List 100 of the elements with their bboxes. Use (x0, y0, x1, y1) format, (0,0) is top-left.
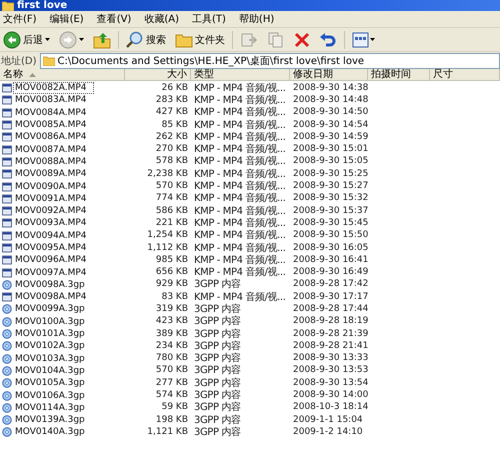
file-name[interactable]: MOV0086A.MP4 (14, 132, 87, 142)
modified-date: 2008-9-30 14:00 (292, 390, 368, 402)
file-size: 389 KB (154, 328, 189, 340)
file-name[interactable]: MOV0085A.MP4 (14, 120, 87, 130)
file-name[interactable]: MOV0100A.3gp (14, 316, 85, 327)
file-name[interactable]: MOV0114A.3gp (14, 402, 85, 413)
address-field[interactable]: C:\Documents and Settings\HE.HE_XP\桌面\first love\first love (40, 52, 500, 68)
video-file-icon (2, 255, 12, 266)
file-name[interactable]: MOV0140A.3gp (14, 427, 85, 438)
file-name[interactable]: MOV0097A.MP4 (14, 268, 87, 278)
column-header[interactable]: 名称 (0, 69, 125, 80)
file-type: 3GPP 内容 (193, 279, 242, 290)
file-size: 1,112 KB (146, 242, 189, 254)
video-file-icon (2, 169, 12, 180)
file-size: 574 KB (154, 390, 189, 402)
file-type: KMP - MP4 音频/视... (193, 181, 286, 192)
move-to-icon (240, 30, 258, 48)
modified-date: 2008-9-30 14:50 (292, 107, 368, 118)
column-header[interactable]: 大小 (125, 69, 191, 80)
file-name[interactable]: MOV0139A.3gp (14, 415, 85, 426)
modified-date: 2009-1-1 15:04 (292, 414, 364, 426)
menu-item[interactable]: 收藏(A) (144, 12, 179, 26)
column-header[interactable]: 修改日期 (290, 69, 368, 80)
video-file-icon (2, 144, 12, 155)
file-type: KMP - MP4 音频/视... (193, 218, 286, 229)
video-file-icon (2, 243, 12, 253)
modified-date: 2008-9-30 14:59 (292, 132, 368, 143)
file-name[interactable]: MOV0099A.3gp (14, 304, 85, 314)
menu-item[interactable]: 帮助(H) (238, 12, 274, 26)
back-button[interactable]: 后退 (1, 28, 52, 50)
modified-date: 2008-9-30 13:53 (292, 365, 368, 376)
file-name[interactable]: MOV0087A.MP4 (14, 144, 87, 155)
file-name[interactable]: MOV0105A.3gp (14, 378, 85, 388)
file-name[interactable]: MOV0093A.MP4 (14, 218, 87, 228)
file-name[interactable]: MOV0089A.MP4 (14, 169, 87, 180)
file-size: 774 KB (154, 193, 189, 204)
file-type: KMP - MP4 音频/视... (193, 120, 286, 131)
file-name[interactable]: MOV0101A.3gp (14, 329, 85, 340)
menu-item[interactable]: 编辑(E) (50, 12, 84, 26)
video-file-icon (2, 218, 12, 228)
folders-button[interactable]: 文件夹 (173, 28, 227, 50)
file-type: KMP - MP4 音频/视... (193, 230, 286, 242)
file-name[interactable]: MOV0098A.3gp (14, 280, 85, 290)
file-size: 270 KB (154, 144, 189, 156)
file-name[interactable]: MOV0098A.MP4 (14, 292, 87, 302)
modified-date: 2008-9-30 15:25 (292, 168, 368, 180)
column-header[interactable]: 类型 (191, 69, 290, 80)
modified-date: 2008-9-28 18:19 (292, 316, 368, 328)
column-header[interactable]: 拍摄时间 (368, 69, 430, 80)
video-file-icon (2, 156, 12, 167)
video-file-icon (2, 83, 12, 94)
file-name[interactable]: MOV0095A.MP4 (14, 243, 87, 253)
file-name[interactable]: MOV0091A.MP4 (14, 194, 87, 204)
file-size: 26 KB (160, 82, 189, 94)
address-path: C:\Documents and Settings\HE.HE_XP\桌面\first love\first love (58, 54, 364, 68)
file-name[interactable]: MOV0090A.MP4 (14, 182, 87, 192)
modified-date: 2008-9-30 15:37 (292, 206, 368, 217)
menu-item[interactable]: 查看(V) (96, 12, 132, 26)
file-size: 283 KB (154, 94, 189, 106)
modified-date: 2008-9-30 17:17 (292, 292, 368, 303)
file-size: 570 KB (154, 365, 189, 376)
file-type: KMP - MP4 音频/视... (193, 267, 286, 278)
undo-icon (319, 30, 337, 48)
file-name[interactable]: MOV0094A.MP4 (14, 230, 87, 241)
file-size: 234 KB (154, 340, 189, 352)
video-file-icon (2, 108, 12, 118)
file-type: 3GPP 内容 (193, 402, 242, 414)
file-name[interactable]: MOV0106A.3gp (14, 390, 85, 401)
search-button[interactable]: 搜索 (124, 28, 168, 50)
file-size: 570 KB (154, 181, 189, 192)
video-file-icon (2, 182, 12, 192)
file-size: 59 KB (160, 402, 189, 414)
menu-item[interactable]: 工具(T) (192, 12, 226, 26)
file-size: 586 KB (154, 206, 189, 217)
file-name[interactable]: MOV0092A.MP4 (14, 206, 87, 216)
menu-item[interactable]: 文件(F) (3, 12, 37, 26)
file-name[interactable]: MOV0102A.3gp (14, 341, 85, 352)
file-type: KMP - MP4 音频/视... (193, 168, 286, 180)
file-type: KMP - MP4 音频/视... (193, 254, 286, 266)
file-type: 3GPP 内容 (193, 426, 242, 438)
column-header[interactable]: 尺寸 (430, 69, 500, 80)
file-size: 1,121 KB (146, 426, 189, 438)
file-name[interactable]: MOV0083A.MP4 (14, 95, 87, 106)
file-size: 2,238 KB (146, 168, 189, 180)
file-name[interactable]: MOV0096A.MP4 (14, 255, 87, 266)
modified-date: 2008-9-30 14:48 (292, 94, 368, 106)
file-name[interactable]: MOV0088A.MP4 (14, 156, 87, 167)
file-name[interactable]: MOV0103A.3gp (14, 354, 85, 364)
file-type: 3GPP 内容 (193, 316, 242, 328)
modified-date: 2008-9-30 16:05 (292, 242, 368, 254)
video-file-icon (2, 268, 12, 278)
file-type: KMP - MP4 音频/视... (193, 193, 286, 204)
modified-date: 2008-9-30 14:54 (292, 120, 368, 131)
file-name[interactable]: MOV0082A.MP4 (14, 83, 93, 94)
file-type: 3GPP 内容 (193, 328, 242, 340)
file-name[interactable]: MOV0104A.3gp (14, 366, 85, 376)
modified-date: 2008-9-30 15:01 (292, 144, 368, 156)
file-size: 985 KB (154, 254, 189, 266)
file-name[interactable]: MOV0084A.MP4 (14, 108, 87, 118)
forward-button[interactable] (57, 28, 86, 50)
